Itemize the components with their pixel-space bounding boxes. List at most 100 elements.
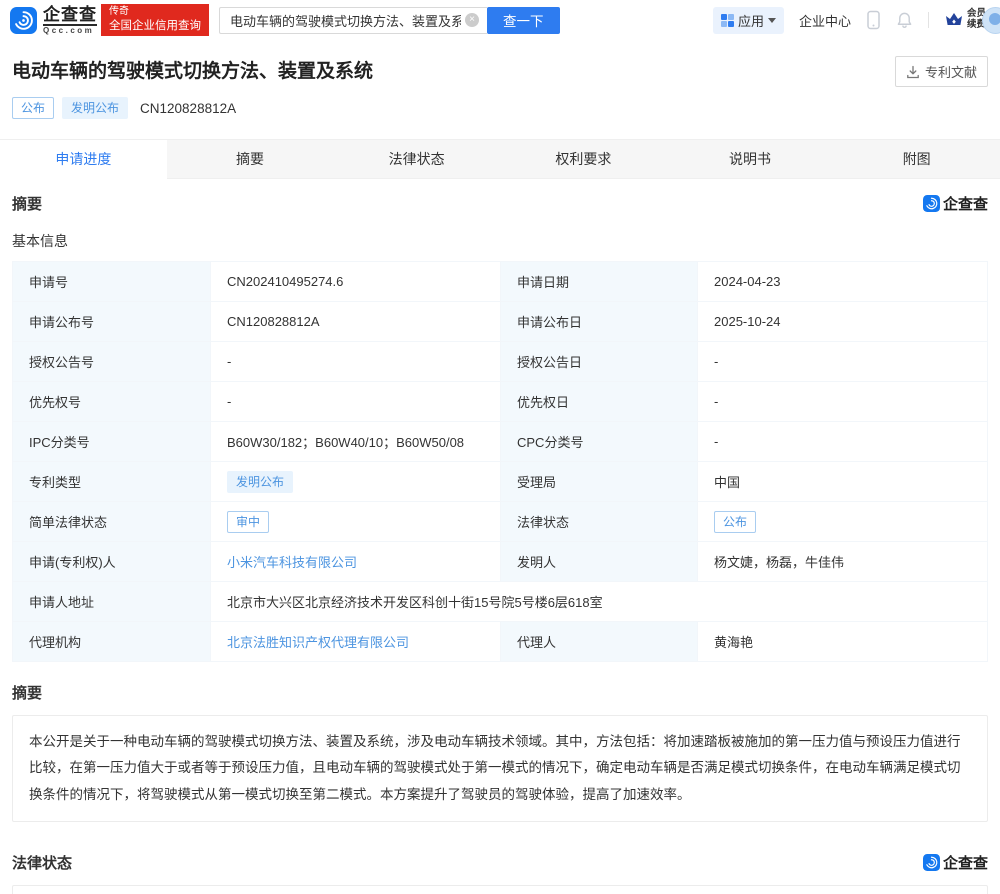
top-bar: 企查查 Qcc.com 传奇 全国企业信用查询 × 查一下 应用 企业中心 (0, 0, 1000, 40)
download-icon (906, 65, 920, 79)
cell-value: 公布 (698, 502, 988, 542)
logo-domain: Qcc.com (43, 27, 97, 35)
cell-label: 专利类型 (13, 462, 211, 502)
table-row: 代理机构 北京法胜知识产权代理有限公司 代理人黄海艳 (13, 622, 988, 662)
qcc-logo-text: 企查查 Qcc.com (43, 6, 97, 35)
abstract-section-title: 摘要 (12, 682, 988, 703)
table-row: 优先权号-优先权日- (13, 382, 988, 422)
top-right-nav: 应用 企业中心 会员 续费 (713, 7, 1000, 34)
cell-label: 申请(专利权)人 (13, 542, 211, 582)
apps-grid-icon (721, 14, 734, 27)
page-content: 电动车辆的驾驶模式切换方法、装置及系统 专利文献 公布发明公布CN1208288… (0, 56, 1000, 894)
cell-value: - (211, 382, 501, 422)
title-tags: 公布发明公布 CN120828812A (12, 97, 988, 119)
qcc-watermark: 企查查 (923, 193, 988, 214)
cell-label: 代理人 (501, 622, 698, 662)
qcc-logo-icon (10, 7, 37, 34)
cell-label: CPC分类号 (501, 422, 698, 462)
status-badge: 发明公布 (227, 471, 293, 493)
apps-menu[interactable]: 应用 (713, 7, 784, 34)
cell-value: B60W30/182；B60W40/10；B60W50/08 (211, 422, 501, 462)
tab-1[interactable]: 摘要 (167, 140, 334, 178)
crown-icon (944, 11, 964, 29)
cell-label: 申请公布日 (501, 302, 698, 342)
mobile-icon[interactable] (866, 10, 881, 30)
cell-value: 2025-10-24 (698, 302, 988, 342)
table-row: 申请公布号CN120828812A申请公布日2025-10-24 (13, 302, 988, 342)
cell-value: - (698, 382, 988, 422)
search-button[interactable]: 查一下 (487, 7, 560, 34)
cell-label: 简单法律状态 (13, 502, 211, 542)
page-title: 电动车辆的驾驶模式切换方法、装置及系统 (12, 56, 373, 83)
basic-info-table: 申请号CN202410495274.6申请日期2024-04-23申请公布号CN… (12, 261, 988, 662)
table-row: 申请(专利权)人小米汽车科技有限公司发明人杨文婕，杨磊，牛佳伟 (13, 542, 988, 582)
cell-value: 2024-04-23 (698, 262, 988, 302)
summary-section-title: 摘要 (12, 193, 42, 214)
entity-link[interactable]: 小米汽车科技有限公司 (227, 555, 357, 570)
cell-value: - (211, 342, 501, 382)
cell-value: 发明公布 (211, 462, 501, 502)
title-tag: 公布 (12, 97, 54, 119)
cell-value: 北京市大兴区北京经济技术开发区科创十街15号院5号楼6层618室 (211, 582, 988, 622)
divider (928, 12, 929, 28)
abstract-text: 本公开是关于一种电动车辆的驾驶模式切换方法、装置及系统，涉及电动车辆技术领域。其… (12, 715, 988, 822)
chevron-down-icon (768, 18, 776, 23)
tab-2[interactable]: 法律状态 (333, 140, 500, 178)
patent-number: CN120828812A (140, 101, 236, 116)
slogan-badge: 传奇 全国企业信用查询 (101, 4, 209, 36)
cell-value: 北京法胜知识产权代理有限公司 (211, 622, 501, 662)
table-row: 授权公告号-授权公告日- (13, 342, 988, 382)
bell-icon[interactable] (896, 11, 913, 29)
clear-search-icon[interactable]: × (465, 13, 479, 27)
cell-label: 优先权日 (501, 382, 698, 422)
qcc-logo[interactable]: 企查查 Qcc.com (10, 6, 97, 35)
table-row: 专利类型发明公布 受理局中国 (13, 462, 988, 502)
cell-value: 黄海艳 (698, 622, 988, 662)
cell-label: 代理机构 (13, 622, 211, 662)
slogan-line2: 全国企业信用查询 (109, 19, 201, 33)
table-row: 申请号CN202410495274.6申请日期2024-04-23 (13, 262, 988, 302)
cell-label: 申请人地址 (13, 582, 211, 622)
legal-section-title: 法律状态 (12, 852, 72, 873)
patent-document-button[interactable]: 专利文献 (895, 56, 988, 87)
logo-brand: 企查查 (43, 6, 97, 26)
cell-value: 中国 (698, 462, 988, 502)
search-input[interactable] (219, 7, 487, 34)
tab-bar: 申请进度摘要法律状态权利要求说明书附图 (0, 139, 1000, 179)
cell-label: 申请日期 (501, 262, 698, 302)
tab-0[interactable]: 申请进度 (0, 140, 167, 179)
cell-label: 申请号 (13, 262, 211, 302)
enterprise-center-link[interactable]: 企业中心 (799, 11, 851, 30)
qcc-watermark-icon-2 (923, 854, 940, 871)
cell-label: 法律状态 (501, 502, 698, 542)
legal-status-timeline: 2025-10-24公布 (12, 885, 988, 894)
basic-info-heading: 基本信息 (12, 231, 988, 251)
cell-value: 小米汽车科技有限公司 (211, 542, 501, 582)
table-row: 申请人地址北京市大兴区北京经济技术开发区科创十街15号院5号楼6层618室 (13, 582, 988, 622)
cell-label: 受理局 (501, 462, 698, 502)
cell-label: 优先权号 (13, 382, 211, 422)
entity-link[interactable]: 北京法胜知识产权代理有限公司 (227, 635, 409, 650)
table-row: 简单法律状态审中法律状态公布 (13, 502, 988, 542)
cell-label: IPC分类号 (13, 422, 211, 462)
slogan-line1: 传奇 (109, 6, 201, 19)
tab-5[interactable]: 附图 (833, 140, 1000, 178)
qcc-watermark-text: 企查查 (943, 193, 988, 214)
cell-value: CN120828812A (211, 302, 501, 342)
cell-label: 申请公布号 (13, 302, 211, 342)
qcc-watermark-2: 企查查 (923, 852, 988, 873)
patent-document-label: 专利文献 (925, 62, 977, 81)
cell-label: 授权公告号 (13, 342, 211, 382)
qcc-watermark-icon (923, 195, 940, 212)
cell-value: - (698, 342, 988, 382)
status-badge: 公布 (714, 511, 756, 533)
tab-4[interactable]: 说明书 (667, 140, 834, 178)
search-box: × 查一下 (219, 7, 560, 34)
qcc-watermark-text-2: 企查查 (943, 852, 988, 873)
vip-renew-button[interactable]: 会员 续费 (944, 9, 986, 31)
title-tag: 发明公布 (62, 97, 128, 119)
cell-label: 授权公告日 (501, 342, 698, 382)
cell-value: CN202410495274.6 (211, 262, 501, 302)
tab-3[interactable]: 权利要求 (500, 140, 667, 178)
table-row: IPC分类号B60W30/182；B60W40/10；B60W50/08CPC分… (13, 422, 988, 462)
